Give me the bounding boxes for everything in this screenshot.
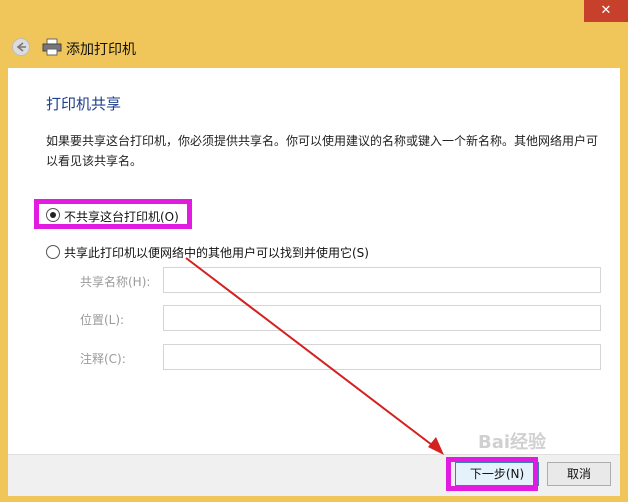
window-frame: ✕ 添加打印机 打印机共享 如果要共享这台打印机，你必须提供共享名。你可以使用建… [0,0,628,502]
radio-share-label[interactable]: 共享此打印机以便网络中的其他用户可以找到并使用它(S) [64,244,369,261]
location-label: 位置(L): [80,313,125,327]
page-heading: 打印机共享 [46,95,122,113]
share-name-label: 共享名称(H): [80,275,151,289]
share-name-input[interactable] [163,267,601,293]
printer-icon [42,38,62,56]
highlight-box-next [446,457,538,491]
title-bar: 添加打印机 [0,28,628,68]
page-description: 如果要共享这台打印机，你必须提供共享名。你可以使用建议的名称或键入一个新名称。其… [46,134,599,168]
dialog-content: 打印机共享 如果要共享这台打印机，你必须提供共享名。你可以使用建议的名称或键入一… [8,68,620,454]
comment-label: 注释(C): [80,352,126,366]
window-title: 添加打印机 [66,42,136,58]
radio-share[interactable] [46,245,60,259]
radio-no-share-label[interactable]: 不共享这台打印机(O) [64,208,179,225]
radio-no-share[interactable] [46,208,60,222]
location-input[interactable] [163,305,601,331]
radio-selected-dot [50,212,56,218]
watermark: Bai经验 [478,432,547,453]
comment-input[interactable] [163,344,601,370]
back-arrow-icon[interactable] [12,38,30,56]
cancel-button[interactable]: 取消 [547,462,611,486]
close-button[interactable]: ✕ [584,0,628,22]
